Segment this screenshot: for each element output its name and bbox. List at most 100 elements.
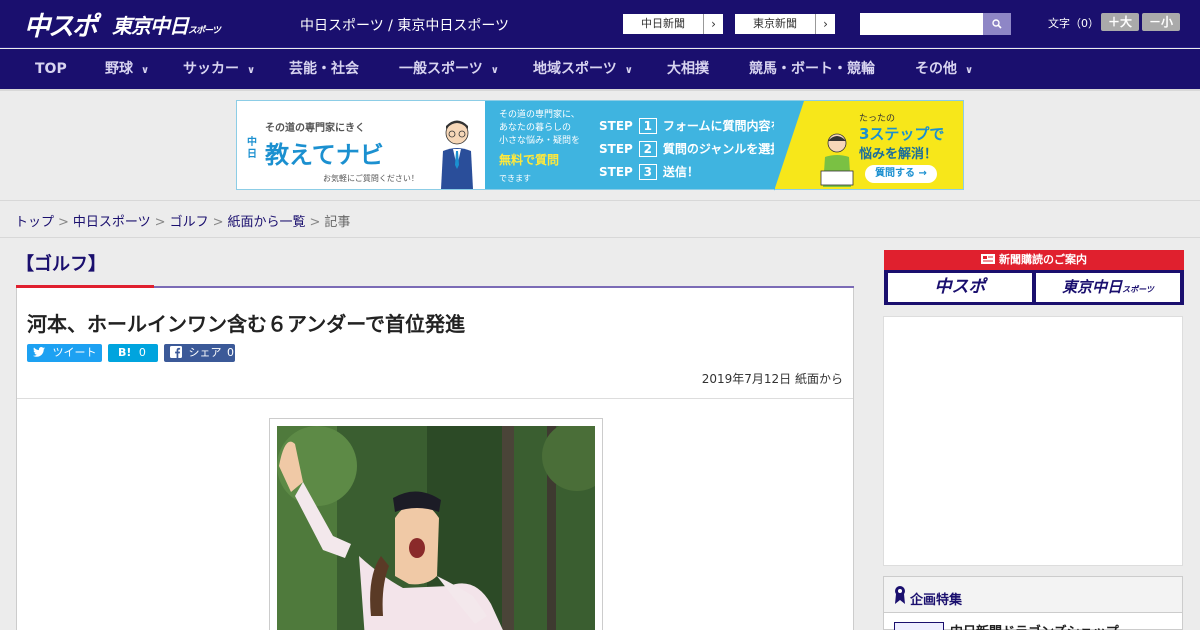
nav-item-other[interactable]: その他 ∨ [915,49,973,89]
banner-info-panel: その道の専門家に、 あなたの暮らしの 小さな悩み・疑問を 無料で質問 できます … [485,101,806,189]
tweet-label: ツイート [52,346,97,359]
nav-item-label: TOP [35,61,67,77]
step-number: 1 [638,118,657,134]
article-card: 河本、ホールインワン含む６アンダーで首位発進 ツイート B! 0 シェア 0 2… [16,288,854,630]
banner-mid-line: あなたの暮らしの [499,123,572,133]
step-number: 2 [638,141,657,157]
tokyo-shimbun-link[interactable]: 東京新聞 › [734,13,836,35]
banner-divider-shape [774,101,804,191]
site-title: 中日スポーツ / 東京中日スポーツ [300,18,510,34]
article-photo[interactable] [277,426,595,630]
nav-item-regional-sports[interactable]: 地域スポーツ ∨ [533,49,633,89]
facebook-share-button[interactable]: シェア 0 [164,344,235,362]
facebook-share-label: シェア [188,346,222,359]
user-illustration [820,133,854,187]
breadcrumb-link-chuspo[interactable]: 中日スポーツ [73,215,151,230]
twitter-icon [33,347,45,357]
breadcrumb-separator: > [154,215,166,230]
step-text: 送信！ [662,165,699,179]
banner-step-3: STEP 3 送信！ [599,163,699,180]
breadcrumb-current: 記事 [324,215,351,230]
chevron-right-icon: › [703,14,723,34]
banner-free-question: 無料で質問 [499,153,560,167]
breadcrumb-link-top[interactable]: トップ [15,215,54,230]
chevron-down-icon: ∨ [965,65,974,76]
nav-item-label: 一般スポーツ [399,61,483,77]
oshiete-navi-banner[interactable]: その道の専門家にきく 中日 教えてナビ お気軽にご質問ください！ その道の専門家… [236,100,964,191]
nav-item-general-sports[interactable]: 一般スポーツ ∨ [399,49,499,89]
newspaper-icon [981,254,995,264]
hatena-icon: B! [118,346,132,359]
sidebar-ad-slot[interactable] [883,316,1183,566]
chevron-down-icon: ∨ [247,65,256,76]
nav-item-baseball[interactable]: 野球 ∨ [105,49,149,89]
golfer-photo-illustration [277,426,595,630]
feature-thumbnail[interactable] [894,622,944,630]
font-size-decrease-button[interactable]: －小 [1142,13,1180,31]
search-icon [992,19,1002,29]
banner-step-2: STEP 2 質問のジャンルを選択 [599,140,782,157]
subscription-title-text: 新聞購読のご案内 [999,253,1087,266]
banner-solve-worries: 悩みを解消！ [859,147,938,162]
tokyo-chunichi-logo[interactable]: 東京中日スポーツ [112,10,221,39]
search-button[interactable] [983,13,1011,35]
nav-item-entertainment[interactable]: 芸能・社会 [289,49,359,89]
feature-item-dragons-shop[interactable]: 中日新聞ドラゴンズショップ [950,621,1119,630]
hatena-count: 0 [138,346,146,359]
banner-title: 教えてナビ [265,141,384,169]
breadcrumb: トップ > 中日スポーツ > ゴルフ > 紙面から一覧 > 記事 [15,211,350,230]
banner-brand-panel: その道の専門家にきく 中日 教えてナビ お気軽にご質問ください！ [237,101,485,189]
feature-header: 企画特集 [884,577,1182,613]
nav-item-label: 大相撲 [667,61,709,77]
chevron-right-icon: › [815,14,835,34]
subscription-title: 新聞購読のご案内 [884,250,1184,270]
nav-item-label: その他 [915,61,957,77]
banner-tagline: その道の専門家にきく [265,123,365,134]
step-number: 3 [638,164,657,180]
banner-mid-line: 小さな悩み・疑問を [499,136,581,146]
feature-panel: 企画特集 中日新聞ドラゴンズショップ [883,576,1183,630]
breadcrumb-separator: > [309,215,321,230]
nav-item-label: 競馬・ボート・競輪 [749,61,875,77]
breadcrumb-separator: > [212,215,224,230]
font-size-label: 文字（0） [1048,17,1099,30]
step-prefix: STEP [599,142,633,156]
facebook-share-count: 0 [227,346,234,359]
banner-ask-button[interactable]: 質問する → [865,165,937,183]
article-dateline: 2019年7月12日 紙面から [701,372,843,386]
nav-item-label: 地域スポーツ [533,61,617,77]
chuspo-logo[interactable]: 中スポ [24,6,98,43]
chevron-down-icon: ∨ [141,65,150,76]
banner-mid-text: その道の専門家に、 あなたの暮らしの 小さな悩み・疑問を [499,109,580,148]
banner-brand-prefix: 中日 [247,137,257,160]
nav-item-racing[interactable]: 競馬・ボート・競輪 [749,49,875,89]
step-prefix: STEP [599,165,633,179]
main-nav: TOP 野球 ∨ サッカー ∨ 芸能・社会 一般スポーツ ∨ 地域スポーツ ∨ 大相撲 … [0,49,1200,89]
step-text: 質問のジャンルを選択 [662,142,783,156]
category-label: 【ゴルフ】 [16,254,106,275]
article-headline: 河本、ホールインワン含む６アンダーで首位発進 [27,312,465,336]
nav-item-sumo[interactable]: 大相撲 [667,49,709,89]
nav-item-label: 芸能・社会 [289,61,359,77]
nav-item-soccer[interactable]: サッカー ∨ [183,49,255,89]
breadcrumb-bar: トップ > 中日スポーツ > ゴルフ > 紙面から一覧 > 記事 [0,200,1200,238]
subscribe-tokyo-chunichi-button[interactable]: 東京中日スポーツ [1036,273,1180,302]
tokyo-chunichi-logo-text: 東京中日 [112,14,189,38]
paper-link-label: 中日新聞 [641,17,685,30]
facebook-icon [170,346,182,358]
nav-item-top[interactable]: TOP [35,49,67,89]
tweet-button[interactable]: ツイート [27,344,102,362]
subscribe-chuspo-button[interactable]: 中スポ [888,273,1032,302]
font-size-increase-button[interactable]: ＋大 [1101,13,1139,31]
hatena-bookmark-button[interactable]: B! 0 [108,344,158,362]
nav-item-label: サッカー [183,61,239,77]
feature-title: 企画特集 [910,593,963,608]
banner-note: お気軽にご質問ください！ [323,174,419,183]
chevron-down-icon: ∨ [624,65,633,76]
breadcrumb-link-print-list[interactable]: 紙面から一覧 [228,215,306,230]
article-photo-frame [269,418,603,630]
breadcrumb-link-golf[interactable]: ゴルフ [170,215,209,230]
search-input[interactable] [860,13,983,35]
chunichi-shimbun-link[interactable]: 中日新聞 › [622,13,724,35]
ribbon-icon [895,586,905,604]
